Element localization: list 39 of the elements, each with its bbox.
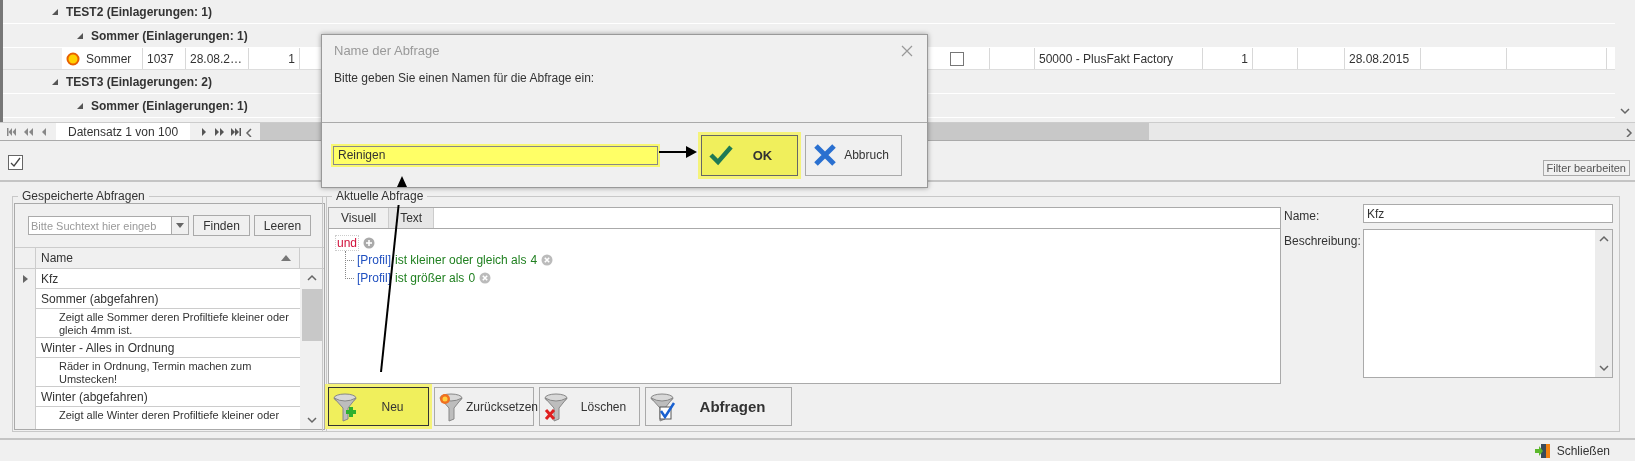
group-label: Sommer (Einlagerungen: 1) xyxy=(91,98,248,113)
table-cell: 50000 - PlusFakt Factory xyxy=(1035,48,1203,69)
condition-value[interactable]: 0 xyxy=(468,271,476,285)
condition-value[interactable]: 4 xyxy=(530,253,538,267)
logic-operator[interactable]: und xyxy=(335,235,360,251)
group-title: Aktuelle Abfrage xyxy=(335,189,425,203)
group-label: TEST3 (Einlagerungen: 2) xyxy=(66,74,212,89)
dialog-prompt: Bitte geben Sie einen Namen für die Abfrage ein: xyxy=(334,71,596,85)
query-button[interactable]: Neu xyxy=(328,387,429,426)
tab[interactable]: Text xyxy=(389,208,435,228)
condition-operator[interactable]: ist größer als xyxy=(395,271,465,285)
dialog-button[interactable]: Abbruch xyxy=(805,134,902,176)
table-cell: 28.08.2015 xyxy=(1345,48,1421,69)
condition-field[interactable]: [Profil] xyxy=(357,253,391,267)
dialog-button[interactable]: OK xyxy=(701,134,798,176)
query-button[interactable]: Abfragen xyxy=(645,387,792,426)
tab[interactable]: Visuell xyxy=(329,208,390,228)
condition-operator[interactable]: ist kleiner oder gleich als xyxy=(395,253,527,267)
query-button[interactable]: Löschen xyxy=(539,387,640,426)
table-cell: 28.08.2… xyxy=(186,48,249,69)
edit-filter-button[interactable]: Filter bearbeiten xyxy=(1542,159,1630,176)
query-name-field[interactable]: Reinigen xyxy=(333,145,658,165)
table-cell: 1 xyxy=(249,48,300,69)
field-label: Name: xyxy=(1284,208,1321,223)
list-button[interactable]: Finden xyxy=(193,215,250,236)
list-button[interactable]: Leeren xyxy=(254,215,311,236)
record-counter: Datensatz 1 von 100 xyxy=(56,123,191,140)
group-label: TEST2 (Einlagerungen: 1) xyxy=(66,4,212,19)
search-field[interactable]: Bitte Suchtext hier eingeb xyxy=(28,216,189,235)
table-cell: Sommer xyxy=(86,51,132,66)
close-button[interactable]: Schließen xyxy=(1534,442,1610,459)
name-field[interactable]: Kfz xyxy=(1363,204,1613,223)
group-title: Gespeicherte Abfragen xyxy=(21,189,146,203)
table-cell: 1 xyxy=(1203,48,1253,69)
table-cell: 1037 xyxy=(143,48,186,69)
column-header[interactable]: Name xyxy=(41,251,73,265)
dialog-title: Name der Abfrage xyxy=(334,43,440,58)
group-label: Sommer (Einlagerungen: 1) xyxy=(91,28,248,43)
field-label: Beschreibung: xyxy=(1284,233,1362,250)
